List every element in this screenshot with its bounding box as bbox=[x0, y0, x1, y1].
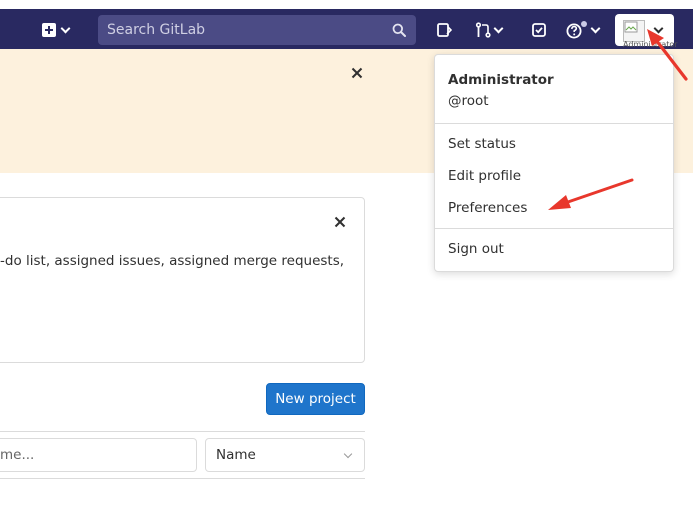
user-menu-dropdown: Administrator @root Set status Edit prof… bbox=[434, 54, 674, 272]
todo-icon bbox=[532, 23, 546, 37]
user-menu-username[interactable]: @root bbox=[448, 93, 489, 109]
search-icon[interactable] bbox=[392, 23, 406, 37]
divider bbox=[0, 431, 365, 432]
help-icon bbox=[566, 21, 587, 39]
user-menu-name: Administrator bbox=[448, 72, 554, 88]
sign-out-item[interactable]: Sign out bbox=[448, 241, 504, 257]
edit-profile-item[interactable]: Edit profile bbox=[448, 168, 521, 184]
set-status-item[interactable]: Set status bbox=[448, 136, 516, 152]
chevron-down-icon bbox=[343, 449, 353, 459]
top-navbar: Administrator bbox=[0, 9, 693, 49]
sort-select[interactable]: Name bbox=[205, 438, 365, 472]
avatar-alt-text: Administrator bbox=[623, 40, 678, 49]
plus-square-icon bbox=[42, 23, 56, 37]
close-icon[interactable] bbox=[350, 66, 364, 80]
search-input[interactable] bbox=[98, 15, 416, 45]
filter-placeholder: me... bbox=[0, 447, 35, 463]
welcome-card bbox=[0, 197, 365, 363]
close-icon[interactable] bbox=[333, 215, 347, 229]
gitlab-page: Administrator -do list, assigned issues,… bbox=[0, 0, 693, 521]
chevron-down-icon bbox=[653, 23, 664, 34]
help-button[interactable] bbox=[566, 20, 601, 40]
merge-request-icon bbox=[475, 22, 491, 38]
menu-divider bbox=[435, 228, 673, 229]
preferences-item[interactable]: Preferences bbox=[448, 200, 527, 216]
chevron-down-icon bbox=[590, 23, 601, 33]
merge-requests-button[interactable] bbox=[475, 20, 504, 40]
top-strip bbox=[0, 0, 693, 9]
issues-button[interactable] bbox=[436, 20, 452, 40]
new-dropdown-toggle[interactable] bbox=[42, 19, 82, 41]
chevron-down-icon bbox=[60, 23, 71, 33]
user-menu-toggle[interactable]: Administrator bbox=[615, 14, 678, 49]
chevron-down-icon bbox=[493, 23, 504, 33]
search-box[interactable] bbox=[98, 15, 416, 45]
divider bbox=[0, 478, 365, 479]
broken-image-icon bbox=[624, 21, 638, 33]
issues-icon bbox=[437, 23, 452, 37]
menu-divider bbox=[435, 123, 673, 124]
todos-button[interactable] bbox=[531, 20, 547, 40]
welcome-card-text: -do list, assigned issues, assigned merg… bbox=[0, 253, 345, 269]
new-project-button[interactable]: New project bbox=[266, 383, 365, 415]
avatar bbox=[623, 20, 645, 42]
sort-selected-value: Name bbox=[216, 447, 256, 463]
